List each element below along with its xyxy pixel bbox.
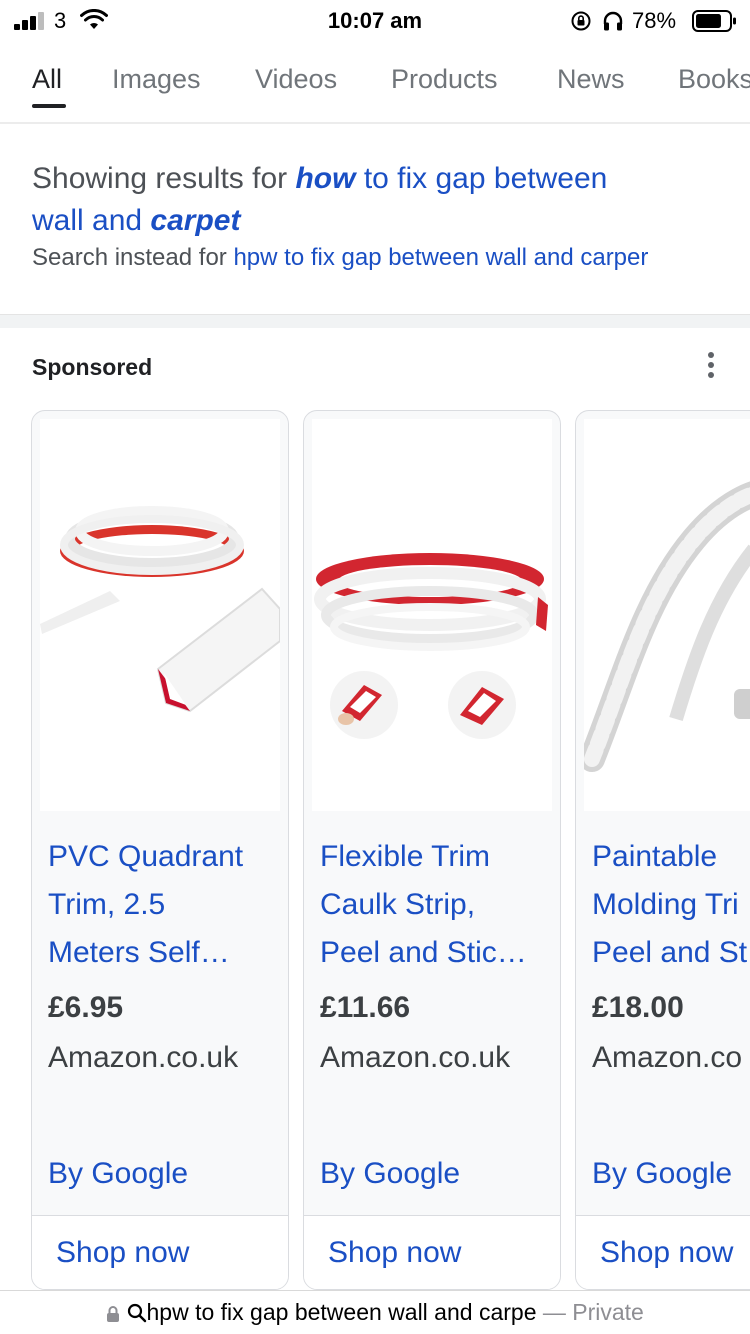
product-carousel[interactable]: PVC Quadrant Trim, 2.5 Meters Self… £6.9… (0, 410, 750, 1290)
tab-products[interactable]: Products (391, 64, 498, 95)
product-merchant: Amazon.co.uk (320, 1041, 511, 1074)
tab-videos[interactable]: Videos (255, 64, 337, 95)
search-instead-link[interactable]: hpw to fix gap between wall and carper (233, 244, 648, 271)
corrected-word-carpet[interactable]: carpet (150, 204, 240, 237)
search-instead-line: Search instead for hpw to fix gap betwee… (32, 244, 732, 272)
product-title-line[interactable]: Meters Self… (48, 929, 278, 977)
shop-now-button[interactable]: Shop now (32, 1215, 288, 1289)
showing-results-line: Showing results for how to fix gap betwe… (32, 158, 732, 200)
rotation-lock-icon (571, 11, 591, 31)
tab-all[interactable]: All (32, 64, 62, 95)
shop-now-button[interactable]: Shop now (576, 1215, 750, 1289)
product-title[interactable]: PVC Quadrant Trim, 2.5 Meters Self… (48, 833, 278, 977)
corrected-query-wall-and[interactable]: wall and (32, 204, 142, 237)
tab-books[interactable]: Books (678, 64, 750, 95)
product-price: £18.00 (592, 991, 684, 1024)
tab-images[interactable]: Images (112, 64, 201, 95)
product-title-line[interactable]: Trim, 2.5 (48, 881, 278, 929)
private-mode-label: — Private (542, 1299, 644, 1325)
shop-now-label: Shop now (600, 1236, 734, 1269)
by-google-link[interactable]: By Google (48, 1157, 188, 1191)
product-title-line[interactable]: PVC Quadrant (48, 833, 278, 881)
product-image-molding-trim[interactable] (584, 419, 750, 811)
product-title-line[interactable]: Caulk Strip, (320, 881, 550, 929)
product-card[interactable]: Flexible Trim Caulk Strip, Peel and Stic… (303, 410, 561, 1290)
battery-icon (692, 10, 736, 32)
product-title-line[interactable]: Flexible Trim (320, 833, 550, 881)
corrected-query-middle[interactable]: to fix gap between (364, 162, 608, 195)
headphones-icon (603, 11, 623, 31)
product-price: £6.95 (48, 991, 124, 1024)
active-tab-indicator (32, 104, 66, 108)
by-google-link[interactable]: By Google (592, 1157, 732, 1191)
section-divider (0, 314, 750, 328)
search-tabs: All Images Videos Products News Books (0, 52, 750, 124)
status-bar: 3 10:07 am 78% (0, 0, 750, 42)
product-title-line[interactable]: Peel and St (592, 929, 750, 977)
product-merchant: Amazon.co.uk (48, 1041, 239, 1074)
product-title[interactable]: Flexible Trim Caulk Strip, Peel and Stic… (320, 833, 550, 977)
battery-percent: 78% (632, 8, 677, 33)
product-title[interactable]: Paintable Molding Tri Peel and St (592, 833, 750, 977)
product-title-line[interactable]: Peel and Stic… (320, 929, 550, 977)
corrected-word-how[interactable]: how (295, 162, 355, 195)
caulk-strip-illustration (314, 553, 548, 739)
more-vert-icon[interactable] (704, 352, 718, 380)
product-merchant: Amazon.co (592, 1041, 743, 1074)
product-card[interactable]: Paintable Molding Tri Peel and St £18.00… (575, 410, 750, 1290)
search-instead-prefix: Search instead for (32, 244, 227, 271)
showing-results-line-2: wall and carpet (32, 200, 732, 242)
shop-now-button[interactable]: Shop now (304, 1215, 560, 1289)
address-bar-query[interactable]: hpw to fix gap between wall and carpe (147, 1299, 537, 1325)
product-image-caulk-strip[interactable] (312, 419, 552, 811)
shop-now-label: Shop now (56, 1236, 190, 1269)
pvc-trim-illustration (40, 506, 280, 713)
lock-icon (107, 1306, 120, 1322)
showing-results-prefix: Showing results for (32, 162, 288, 195)
product-title-line[interactable]: Paintable (592, 833, 750, 881)
molding-trim-illustration (584, 481, 750, 772)
by-google-link[interactable]: By Google (320, 1157, 460, 1191)
product-title-line[interactable]: Molding Tri (592, 881, 750, 929)
tab-news[interactable]: News (557, 64, 625, 95)
product-image-pvc-trim[interactable] (40, 419, 280, 811)
shop-now-label: Shop now (328, 1236, 462, 1269)
address-bar-content[interactable]: hpw to fix gap between wall and carpe — … (0, 1299, 750, 1326)
search-icon (127, 1303, 146, 1323)
spelling-correction: Showing results for how to fix gap betwe… (32, 158, 732, 272)
sponsored-label: Sponsored (32, 354, 153, 380)
product-price: £11.66 (320, 991, 411, 1024)
address-bar[interactable]: hpw to fix gap between wall and carpe — … (0, 1290, 750, 1334)
product-card[interactable]: PVC Quadrant Trim, 2.5 Meters Self… £6.9… (31, 410, 289, 1290)
